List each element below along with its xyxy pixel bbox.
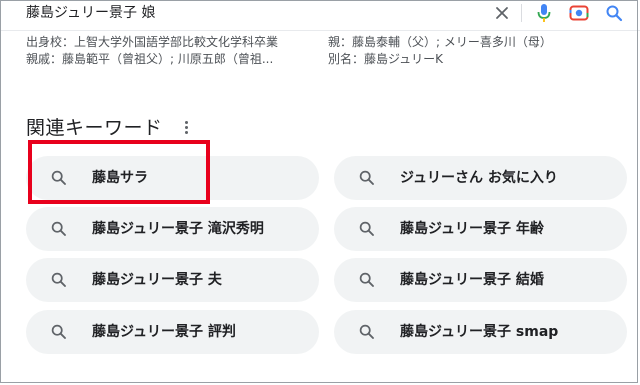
search-icon xyxy=(358,271,376,289)
related-keywords-title: 関連キーワード xyxy=(26,117,163,139)
search-icon xyxy=(50,323,68,341)
related-keyword-chip[interactable]: 藤島ジュリー景子 smap xyxy=(334,310,627,354)
search-icon xyxy=(358,323,376,341)
related-keyword-chip[interactable]: 藤島ジュリー景子 夫 xyxy=(26,258,319,302)
search-input[interactable]: 藤島ジュリー景子 娘 xyxy=(26,2,155,24)
microphone-icon[interactable] xyxy=(533,2,555,24)
more-vert-icon[interactable] xyxy=(178,117,194,137)
meta-line-1-left: 出身校：上智大学外国語学部比較文化学科卒業 xyxy=(26,35,279,49)
close-icon[interactable] xyxy=(491,2,513,24)
lens-camera-icon[interactable] xyxy=(568,2,590,24)
highlight-box xyxy=(28,140,210,204)
related-keyword-label: 藤島ジュリー景子 smap xyxy=(400,324,559,340)
search-icon xyxy=(50,271,68,289)
meta-line-2-right: 別名：藤島ジュリーK xyxy=(328,52,444,66)
divider xyxy=(521,4,522,22)
related-keyword-chip[interactable]: ジュリーさん お気に入り xyxy=(334,156,627,200)
related-keyword-label: 藤島ジュリー景子 夫 xyxy=(92,272,222,288)
related-keyword-label: ジュリーさん お気に入り xyxy=(400,170,558,186)
search-icon xyxy=(358,169,376,187)
search-icon[interactable] xyxy=(603,2,625,24)
related-keyword-chip[interactable]: 藤島ジュリー景子 滝沢秀明 xyxy=(26,207,319,251)
related-keyword-label: 藤島ジュリー景子 結婚 xyxy=(400,272,544,288)
related-keyword-chip[interactable]: 藤島ジュリー景子 年齢 xyxy=(334,207,627,251)
related-keyword-chip[interactable]: 藤島ジュリー景子 評判 xyxy=(26,310,319,354)
search-bar: 藤島ジュリー景子 娘 xyxy=(0,0,640,31)
related-keyword-label: 藤島ジュリー景子 滝沢秀明 xyxy=(92,221,264,237)
search-icon xyxy=(358,220,376,238)
related-keyword-label: 藤島ジュリー景子 評判 xyxy=(92,324,236,340)
search-icon xyxy=(50,220,68,238)
related-keyword-label: 藤島ジュリー景子 年齢 xyxy=(400,221,544,237)
meta-line-2-left: 親戚：藤島範平（曾祖父）; 川原五郎（曾祖... xyxy=(26,52,274,66)
meta-line-1-right: 親：藤島泰輔（父）; メリー喜多川（母） xyxy=(328,35,552,49)
related-keyword-chip[interactable]: 藤島ジュリー景子 結婚 xyxy=(334,258,627,302)
